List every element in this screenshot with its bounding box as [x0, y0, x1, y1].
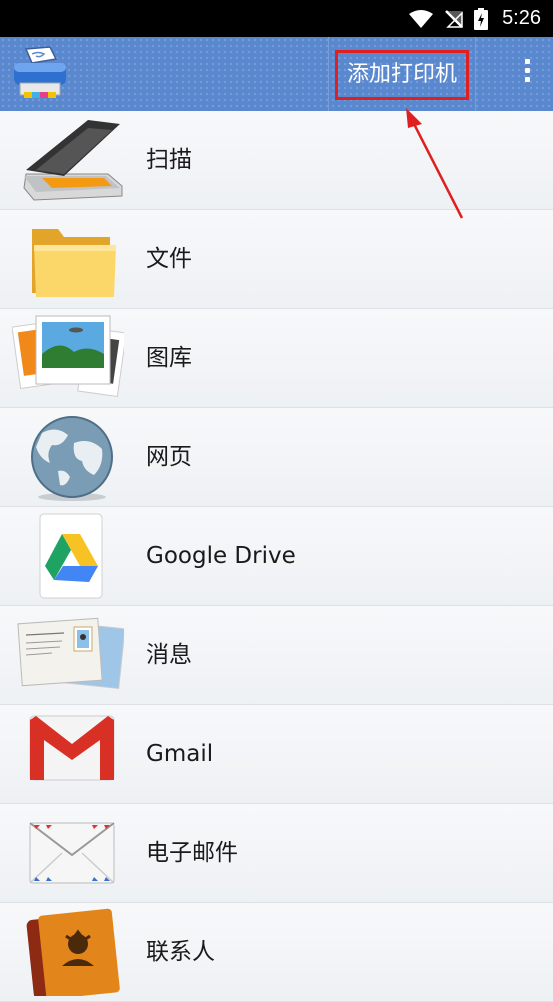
- gmail-icon: [29, 715, 115, 781]
- postcard-icon: [17, 617, 124, 690]
- globe-icon: [31, 416, 113, 501]
- list-item-gmail[interactable]: Gmail: [0, 705, 553, 804]
- scanner-icon: [23, 120, 123, 201]
- list-item-label: Google Drive: [146, 543, 296, 569]
- list-item-messages[interactable]: 消息: [0, 606, 553, 705]
- list-item-label: 图库: [146, 345, 192, 371]
- source-list: 扫描 文件 图库 网页 Google Drive 消息 Gmail 电子邮件 联…: [0, 111, 553, 1002]
- add-printer-label: 添加打印机: [335, 50, 469, 100]
- battery-charging-icon: [474, 7, 489, 30]
- photos-icon: [12, 315, 124, 398]
- list-item-label: 联系人: [146, 939, 215, 965]
- google-drive-icon: [39, 513, 103, 599]
- annotation-arrow-icon: [406, 108, 464, 219]
- list-item-label: 消息: [146, 642, 192, 668]
- list-item-email[interactable]: 电子邮件: [0, 804, 553, 903]
- list-item-files[interactable]: 文件: [0, 210, 553, 309]
- list-item-label: Gmail: [146, 741, 214, 767]
- list-item-label: 网页: [146, 444, 192, 470]
- app-bar: 添加打印机: [0, 37, 553, 111]
- add-printer-button[interactable]: 添加打印机: [328, 37, 476, 111]
- status-bar: 5:26: [0, 0, 553, 37]
- status-icons: 5:26: [408, 0, 541, 37]
- list-item-web[interactable]: 网页: [0, 408, 553, 507]
- list-item-contacts[interactable]: 联系人: [0, 903, 553, 1002]
- list-item-label: 扫描: [146, 147, 192, 173]
- list-item-gallery[interactable]: 图库: [0, 309, 553, 408]
- envelope-icon: [29, 822, 115, 884]
- more-options-icon[interactable]: [519, 59, 535, 89]
- printer-logo-icon: [14, 46, 66, 98]
- list-item-google-drive[interactable]: Google Drive: [0, 507, 553, 606]
- list-item-scan[interactable]: 扫描: [0, 111, 553, 210]
- status-time: 5:26: [502, 7, 541, 29]
- folder-icon: [32, 229, 116, 297]
- list-item-label: 电子邮件: [146, 840, 238, 866]
- signal-off-icon: [445, 9, 463, 28]
- wifi-icon: [409, 9, 434, 28]
- list-item-label: 文件: [146, 246, 192, 272]
